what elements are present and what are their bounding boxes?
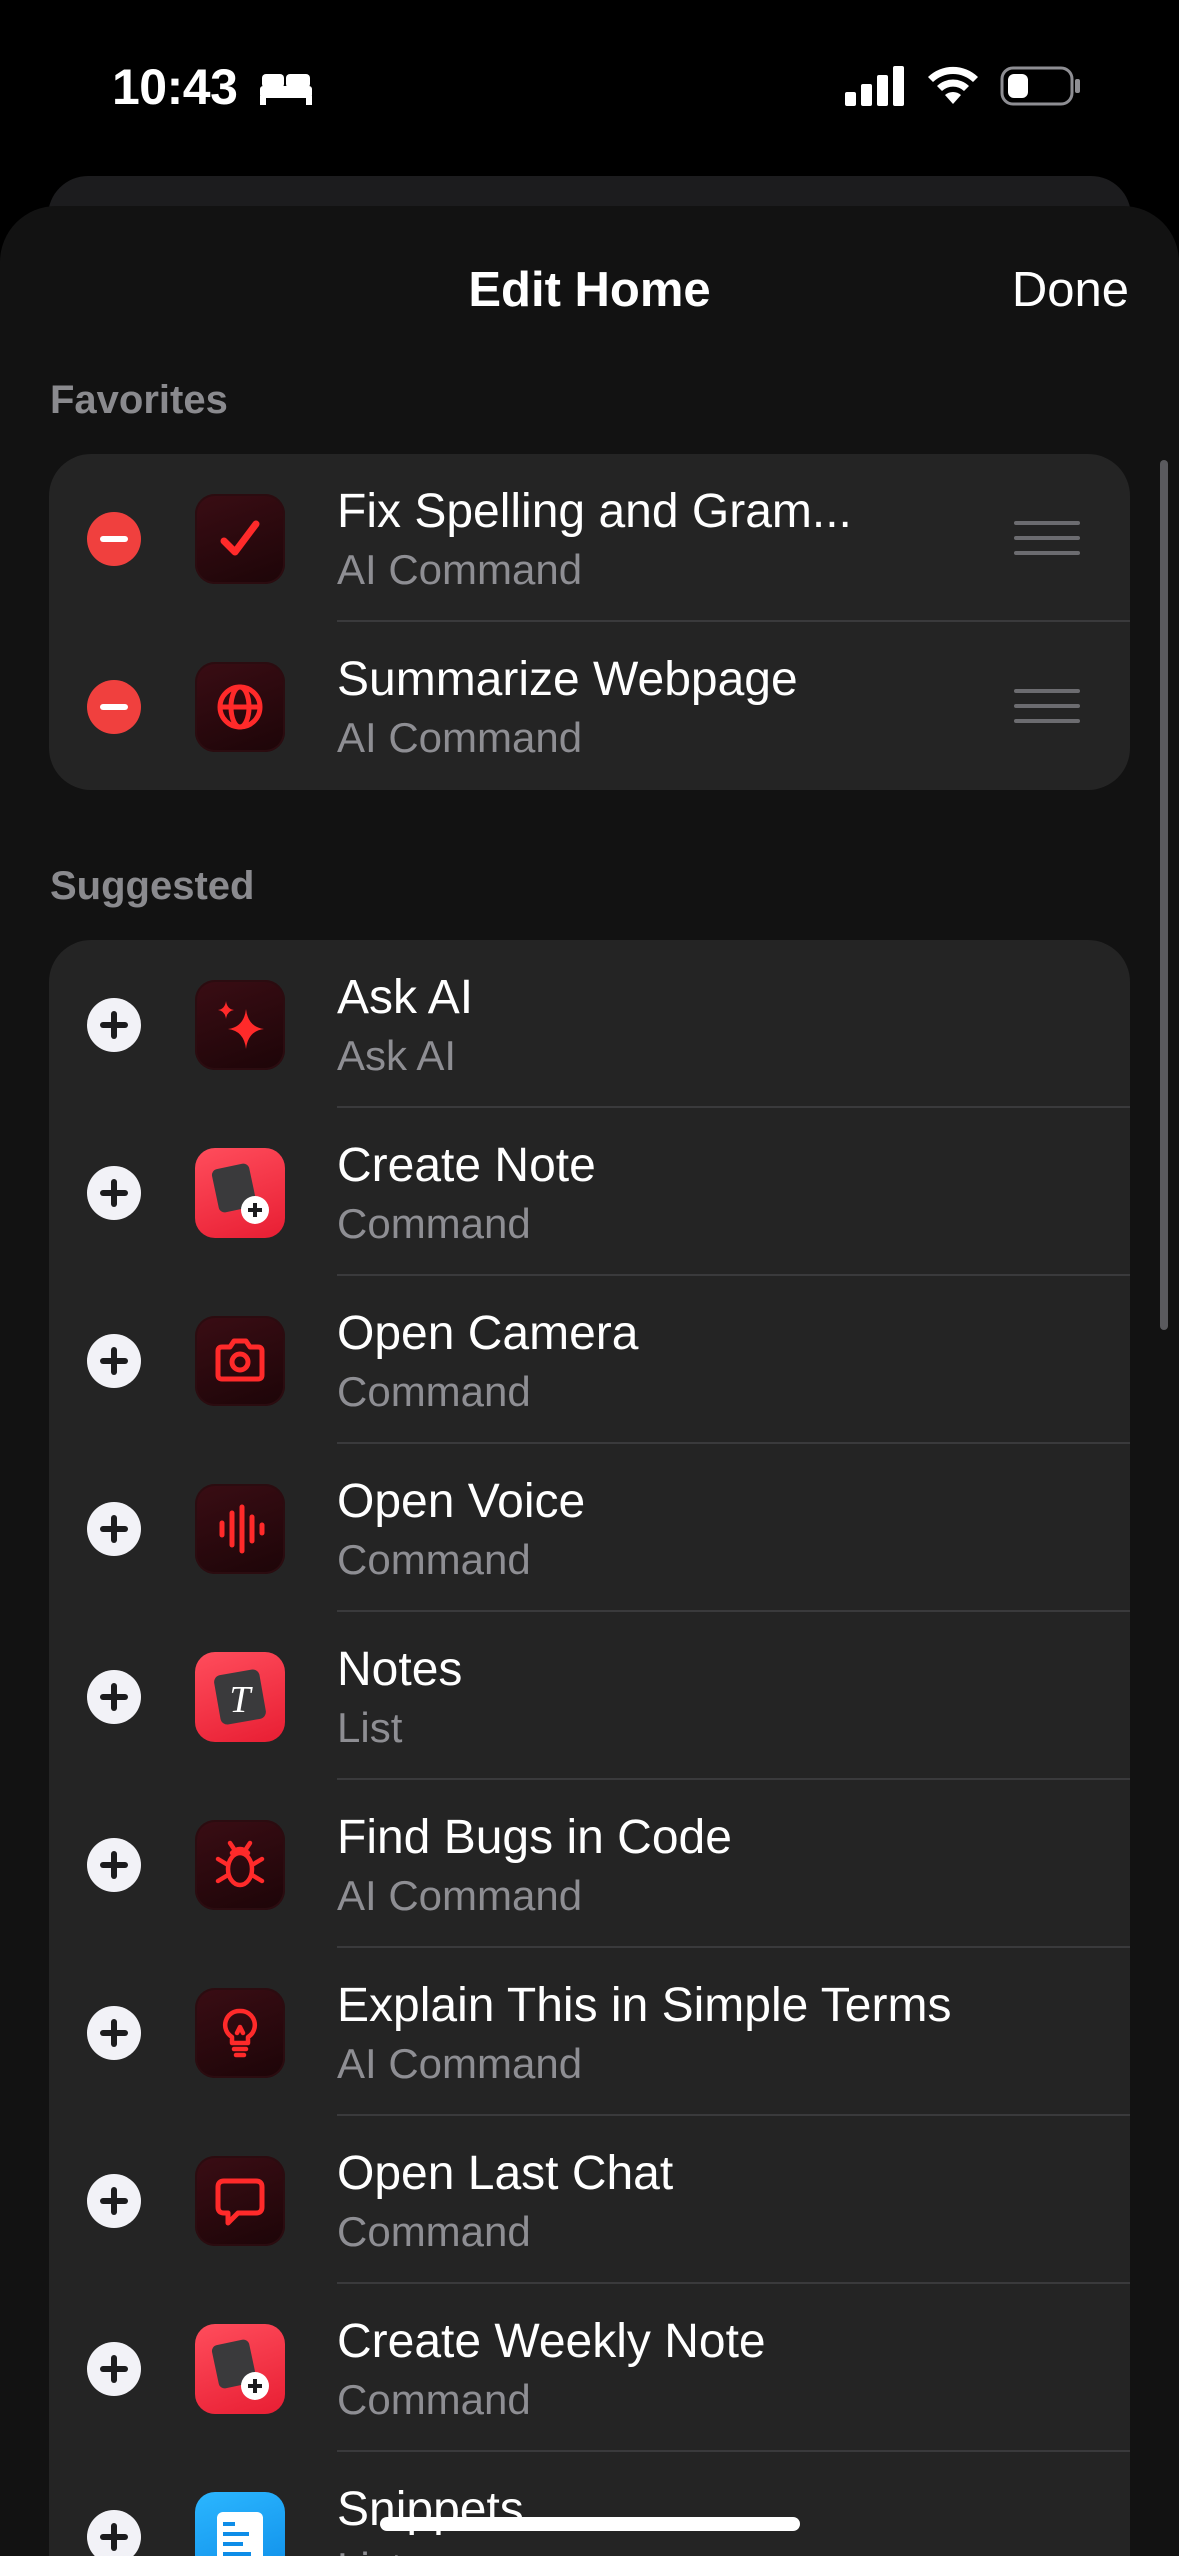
chat-bubble-icon [195,2156,285,2246]
item-subtitle: Command [337,2376,531,2423]
suggested-item[interactable]: Ask AI Ask AI [49,940,1130,1108]
bed-icon [260,74,312,105]
favorites-header: Favorites [50,378,228,422]
favorite-item[interactable]: Fix Spelling and Gram... AI Command [49,454,1130,622]
lightbulb-icon [195,1988,285,2078]
suggested-item[interactable]: Open Last Chat Command [49,2116,1130,2284]
bug-icon [195,1820,285,1910]
item-subtitle: AI Command [337,714,583,761]
remove-button[interactable] [87,512,141,566]
scroll-indicator[interactable] [1160,460,1168,1330]
svg-text:T: T [229,1679,253,1721]
item-subtitle: List [337,2544,402,2556]
note-plus-icon [195,2324,285,2414]
suggested-header: Suggested [50,864,255,908]
camera-icon [195,1316,285,1406]
favorites-list: Fix Spelling and Gram... AI Command Summ… [49,454,1130,790]
drag-handle-icon[interactable] [1014,689,1080,723]
waveform-icon [195,1484,285,1574]
item-subtitle: Command [337,1536,531,1583]
edit-home-sheet: Edit Home Done Favorites Fix Spelling an… [0,206,1179,2556]
item-subtitle: AI Command [337,546,583,593]
item-subtitle: Command [337,2208,531,2255]
drag-handle-icon[interactable] [1014,521,1080,555]
suggested-item[interactable]: T Notes List [49,1612,1130,1780]
add-button[interactable] [87,2174,141,2228]
add-button[interactable] [87,2006,141,2060]
item-title: Open Voice [337,1475,586,1528]
page-title: Edit Home [468,263,711,317]
add-button[interactable] [87,998,141,1052]
suggested-item[interactable]: Snippets List [49,2452,1130,2556]
item-subtitle: List [337,1704,403,1751]
suggested-item[interactable]: Open Camera Command [49,1276,1130,1444]
cellular-signal-icon [845,66,904,106]
suggested-item[interactable]: Open Voice Command [49,1444,1130,1612]
item-title: Create Weekly Note [337,2315,766,2368]
checkmark-icon [195,494,285,584]
add-button[interactable] [87,2510,141,2556]
item-subtitle: Command [337,1368,531,1415]
home-indicator[interactable] [380,2517,800,2531]
sparkles-icon [195,980,285,1070]
item-title: Notes [337,1643,463,1696]
add-button[interactable] [87,2342,141,2396]
item-title: Open Camera [337,1307,639,1360]
add-button[interactable] [87,1166,141,1220]
item-title: Explain This in Simple Terms [337,1979,952,2032]
suggested-item[interactable]: Create Weekly Note Command [49,2284,1130,2452]
text-note-icon: T [195,1652,285,1742]
item-title: Fix Spelling and Gram... [337,485,852,538]
item-subtitle: Ask AI [337,1032,457,1079]
item-title: Create Note [337,1139,596,1192]
add-button[interactable] [87,1838,141,1892]
item-title: Summarize Webpage [337,653,798,706]
battery-icon [1000,66,1080,106]
favorite-item[interactable]: Summarize Webpage AI Command [49,622,1130,790]
note-plus-icon [195,1148,285,1238]
item-title: Open Last Chat [337,2147,674,2200]
item-subtitle: AI Command [337,1872,583,1919]
status-bar: 10:43 [0,0,1179,170]
globe-icon [195,662,285,752]
item-subtitle: Command [337,1200,531,1247]
suggested-list: Ask AI Ask AI Create Note Command Open C… [49,940,1130,2556]
status-time: 10:43 [112,59,238,115]
item-title: Find Bugs in Code [337,1811,732,1864]
snippets-icon [195,2492,285,2556]
add-button[interactable] [87,1502,141,1556]
remove-button[interactable] [87,680,141,734]
wifi-icon [928,66,978,104]
suggested-item[interactable]: Create Note Command [49,1108,1130,1276]
suggested-item[interactable]: Find Bugs in Code AI Command [49,1780,1130,1948]
add-button[interactable] [87,1334,141,1388]
suggested-item[interactable]: Explain This in Simple Terms AI Command [49,1948,1130,2116]
item-title: Ask AI [337,971,474,1024]
done-button[interactable]: Done [1012,262,1129,318]
add-button[interactable] [87,1670,141,1724]
item-subtitle: AI Command [337,2040,583,2087]
